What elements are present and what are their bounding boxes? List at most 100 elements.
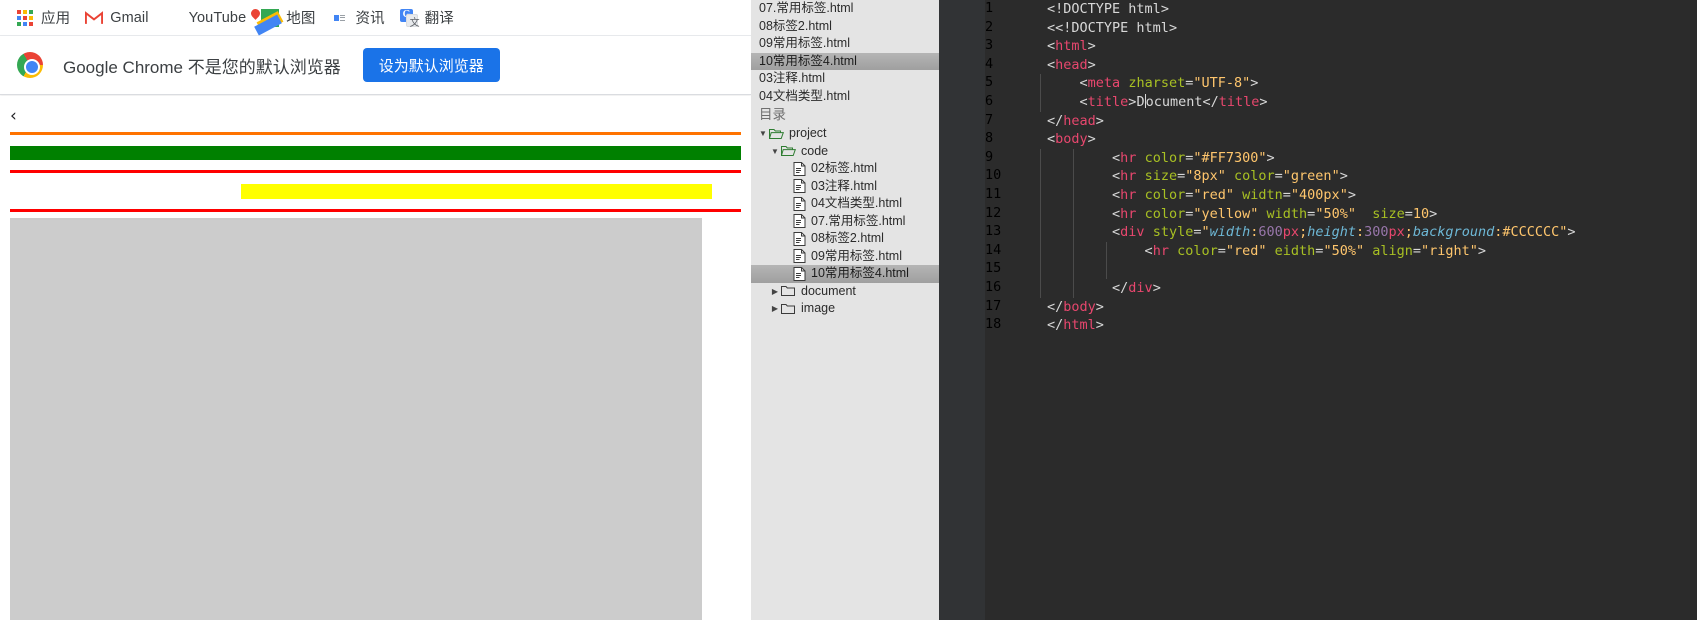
code-line[interactable]: 4 <head> [985,56,1697,75]
page-viewport: ‹ [0,96,751,620]
folder-closed-icon [781,285,796,297]
tree-file-03[interactable]: 03注释.html [751,178,939,196]
line-number: 2 [985,18,994,35]
code-line[interactable]: 18 </html> [985,316,1697,335]
editor-tab-07[interactable]: 07.常用标签.html [751,0,939,18]
tree-node-label: code [801,143,829,158]
gmail-icon [85,9,104,27]
back-chevron-icon[interactable]: ‹ [10,108,17,125]
code-line[interactable]: 2 <<!DOCTYPE html> [985,19,1697,38]
bookmark-youtube[interactable]: YouTube [160,4,256,32]
tab-label: 09常用标签.html [759,36,850,50]
google-maps-icon [249,6,284,36]
chrome-browser-window: 应用 Gmail YouTube 地图 资讯 文 翻译 Google Chrom… [0,0,751,620]
line-number: 3 [985,37,994,54]
tree-node-label: 03注释.html [811,178,877,193]
code-line[interactable]: 8 <body> [985,130,1697,149]
code-line[interactable]: 1 <!DOCTYPE html> [985,0,1697,19]
bookmark-gmail[interactable]: Gmail [81,4,157,32]
html-file-icon [793,214,806,229]
tree-file-09[interactable]: 09常用标签.html [751,248,939,266]
code-line[interactable]: 11 <hr color="red" widtn="400px"> [985,185,1697,205]
editor-tab-03[interactable]: 03注释.html [751,70,939,88]
screen: 应用 Gmail YouTube 地图 资讯 文 翻译 Google Chrom… [0,0,1697,620]
tree-node-label: 07.常用标签.html [811,213,906,228]
bookmark-translate[interactable]: G文 翻译 [396,4,463,32]
code-line[interactable]: 3 <html> [985,37,1697,56]
folder-open-icon [769,128,784,140]
default-browser-infobar: Google Chrome 不是您的默认浏览器 设为默认浏览器 [0,36,751,95]
editor-tab-08[interactable]: 08标签2.html [751,18,939,36]
tab-label: 04文档类型.html [759,88,850,103]
line-number: 11 [985,185,1002,202]
line-number: 13 [985,223,1002,240]
html-file-icon [793,161,806,176]
html-file-icon [793,266,806,281]
code-line[interactable]: 7 </head> [985,112,1697,131]
code-line[interactable]: 13 <div style="width:600px;height:300px;… [985,223,1697,242]
code-line[interactable]: 14 <hr color="red" eidth="50%" align="ri… [985,241,1697,261]
tree-node-code[interactable]: ▼ code [751,143,939,161]
line-number: 18 [985,316,1002,333]
code-line[interactable]: 12 <hr color="yellow" width="50%" size=1… [985,204,1697,224]
chevron-down-icon[interactable]: ▼ [757,125,769,143]
tab-label: 03注释.html [759,71,825,85]
google-translate-icon: G文 [399,8,420,29]
tree-file-07[interactable]: 07.常用标签.html [751,213,939,231]
set-default-browser-button[interactable]: 设为默认浏览器 [362,48,500,82]
code-line[interactable]: 17 </body> [985,298,1697,317]
code-line-current[interactable]: 6 <title>Document</title> [985,92,1697,112]
tree-node-label: 02标签.html [811,161,877,175]
code-line[interactable]: 5 <meta zharset="UTF-8"> [985,74,1697,93]
line-number: 7 [985,111,994,128]
chevron-right-icon[interactable]: ▶ [769,283,781,301]
bookmark-label: Gmail [110,9,149,26]
chrome-logo-icon [17,52,43,78]
tab-label: 10常用标签4.html [759,53,857,68]
tree-node-image[interactable]: ▶ image [751,300,939,318]
tree-file-08[interactable]: 08标签2.html [751,230,939,248]
tree-node-label: 09常用标签.html [811,248,902,263]
editor-code-area[interactable]: 1 <!DOCTYPE html> 2 <<!DOCTYPE html> 3 <… [985,0,1697,620]
tree-file-10-selected[interactable]: 10常用标签4.html [751,265,939,283]
html-file-icon [793,179,806,194]
bookmark-label: 应用 [41,11,71,27]
editor-tab-09[interactable]: 09常用标签.html [751,35,939,53]
code-line[interactable]: 9 <hr color="#FF7300"> [985,148,1697,168]
page-hr-red-400px [10,170,741,173]
chevron-right-icon[interactable]: ▶ [769,300,781,318]
html-file-icon [793,249,806,264]
code-editor[interactable]: 1 <!DOCTYPE html> 2 <<!DOCTYPE html> 3 <… [939,0,1697,620]
project-file-tree-panel[interactable]: 07.常用标签.html 08标签2.html 09常用标签.html 10常用… [751,0,939,620]
tree-node-label: 10常用标签4.html [811,266,909,280]
tree-node-label: project [789,126,827,140]
code-line[interactable]: 16 </div> [985,278,1697,298]
code-line[interactable]: 15 [985,260,1697,279]
tree-node-label: 08标签2.html [811,231,884,245]
tree-node-label: 04文档类型.html [811,196,902,210]
tab-label: 08标签2.html [759,18,832,33]
tree-node-project[interactable]: ▼ project [751,125,939,143]
page-grey-div-box [10,218,702,620]
line-number: 10 [985,167,1002,184]
editor-tab-10-selected[interactable]: 10常用标签4.html [751,52,939,70]
folder-closed-icon [781,303,796,315]
line-number: 15 [985,260,1002,277]
tree-file-04[interactable]: 04文档类型.html [751,195,939,213]
chevron-down-icon[interactable]: ▼ [769,143,781,161]
line-number: 5 [985,74,994,91]
tree-node-document[interactable]: ▶ document [751,283,939,301]
page-hr-yellow [241,184,712,199]
line-number: 9 [985,148,994,165]
bookmark-apps[interactable]: 应用 [12,4,79,32]
tab-label: 07.常用标签.html [759,1,854,15]
editor-gutter [939,0,985,620]
line-number: 14 [985,241,1002,258]
bookmark-news[interactable]: 资讯 [326,4,393,32]
editor-tab-04[interactable]: 04文档类型.html [751,88,939,106]
code-line[interactable]: 10 <hr size="8px" color="green"> [985,167,1697,186]
tree-file-02[interactable]: 02标签.html [751,160,939,178]
bookmark-maps[interactable]: 地图 [249,4,324,36]
google-news-icon [330,9,348,27]
line-number: 17 [985,297,1002,314]
